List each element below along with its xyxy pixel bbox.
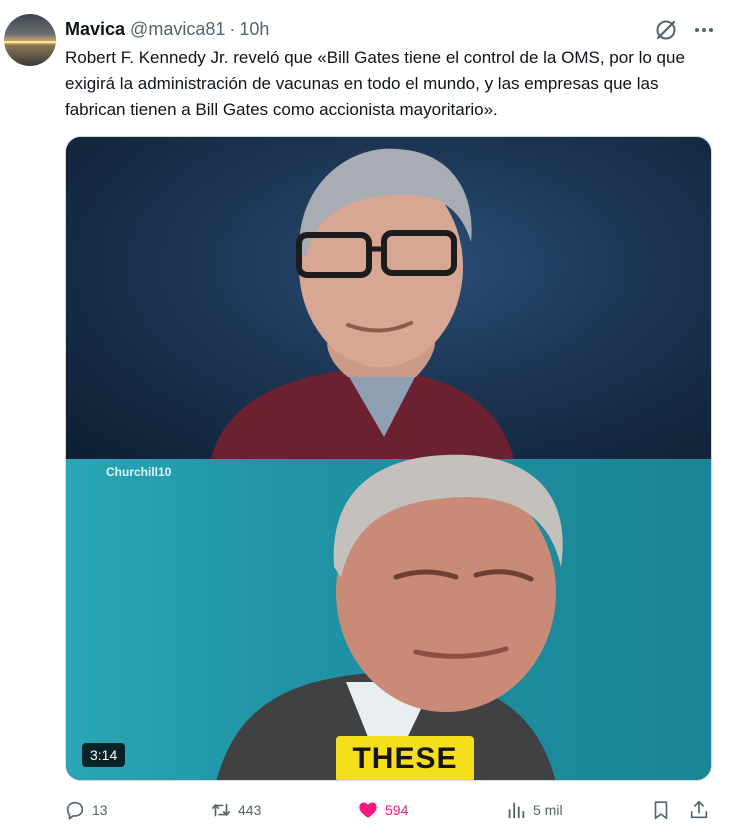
action-bar: 13 443 594 5 mil bbox=[60, 794, 720, 826]
bookmark-icon bbox=[654, 801, 668, 820]
views-icon bbox=[508, 802, 525, 819]
handle[interactable]: @mavica81 bbox=[130, 19, 225, 40]
like-count: 594 bbox=[385, 802, 409, 818]
share-icon bbox=[690, 800, 708, 819]
like-icon bbox=[359, 802, 377, 818]
more-icon[interactable] bbox=[691, 19, 717, 41]
share-button[interactable] bbox=[688, 794, 710, 826]
tweet-text: Robert F. Kennedy Jr. reveló que «Bill G… bbox=[65, 48, 685, 119]
video-watermark: Churchill10 bbox=[106, 465, 172, 479]
like-button[interactable]: 594 bbox=[357, 794, 408, 826]
timestamp[interactable]: 10h bbox=[239, 19, 269, 40]
video-player[interactable]: Churchill10 THESE 3:14 bbox=[65, 136, 712, 781]
reply-button[interactable]: 13 bbox=[64, 794, 108, 826]
tweet-header: Mavica @mavica81 · 10h bbox=[65, 17, 269, 41]
reply-icon bbox=[66, 801, 84, 820]
display-name[interactable]: Mavica bbox=[65, 19, 125, 40]
video-duration-badge: 3:14 bbox=[82, 743, 126, 767]
views-button[interactable]: 5 mil bbox=[505, 794, 563, 826]
portrait-illustration bbox=[211, 148, 563, 780]
avatar-horizon bbox=[4, 41, 56, 43]
avatar[interactable] bbox=[4, 14, 56, 66]
bookmark-button[interactable] bbox=[650, 794, 672, 826]
video-caption-banner: THESE bbox=[336, 736, 474, 780]
grok-icon[interactable] bbox=[653, 17, 679, 43]
repost-icon bbox=[211, 803, 231, 817]
separator-dot: · bbox=[229, 18, 236, 39]
views-count: 5 mil bbox=[533, 802, 563, 818]
tweet-card[interactable]: Mavica @mavica81 · 10h Robert F. Kennedy… bbox=[0, 0, 738, 838]
repost-count: 443 bbox=[238, 802, 262, 818]
reply-count: 13 bbox=[92, 802, 108, 818]
repost-button[interactable]: 443 bbox=[210, 794, 261, 826]
